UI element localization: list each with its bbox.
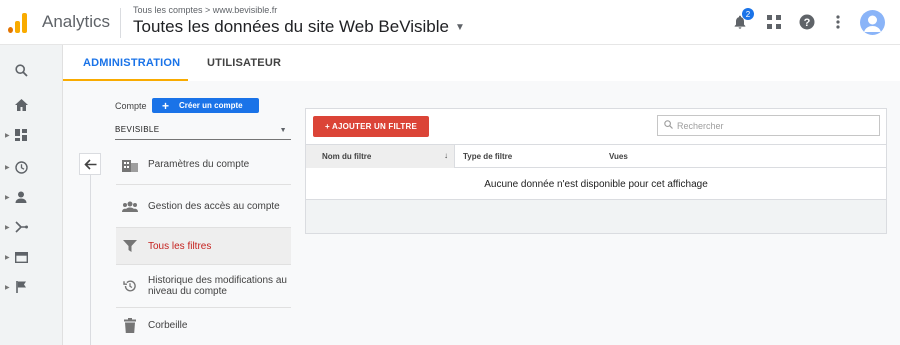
people-icon: [122, 198, 138, 214]
apps-button[interactable]: [764, 12, 784, 32]
rail-conversions[interactable]: ▶: [0, 276, 63, 298]
apps-grid-icon: [767, 15, 781, 29]
menu-item-trash[interactable]: Corbeille: [116, 308, 291, 343]
user-avatar-icon: [864, 15, 881, 32]
column-header-filter-name[interactable]: Nom du filtre ↓: [306, 145, 455, 168]
acquisition-icon: [14, 220, 28, 234]
expand-arrow-icon: ▶: [5, 132, 10, 139]
search-icon: [664, 120, 673, 131]
help-icon: ?: [799, 14, 815, 30]
account-menu: Paramètres du compte Gestion des accès a…: [116, 145, 291, 343]
menu-item-label: Gestion des accès au compte: [148, 200, 280, 212]
rail-audience[interactable]: ▶: [0, 186, 63, 208]
top-header: Analytics Tous les comptes > www.bevisib…: [0, 0, 900, 45]
menu-item-all-filters[interactable]: Tous les filtres: [116, 228, 291, 265]
left-nav-rail: ▶ ▶ ▶ ▶ ▶ ▶: [0, 45, 63, 345]
svg-text:?: ?: [804, 17, 811, 29]
menu-item-label: Paramètres du compte: [148, 159, 250, 170]
tab-utilisateur[interactable]: UTILISATEUR: [207, 57, 281, 69]
breadcrumb[interactable]: Tous les comptes > www.bevisible.fr: [133, 5, 277, 15]
expand-arrow-icon: ▶: [5, 224, 10, 231]
arrow-back-icon: [83, 158, 96, 170]
flag-icon: [14, 280, 28, 294]
menu-item-account-settings[interactable]: Paramètres du compte: [116, 145, 291, 185]
trash-icon: [122, 318, 138, 334]
search-icon: [14, 63, 28, 77]
rail-customization[interactable]: ▶: [0, 124, 63, 146]
table-footer: [306, 200, 886, 233]
view-selector[interactable]: Toutes les données du site Web BeVisible…: [133, 17, 465, 37]
notifications-button[interactable]: 2: [730, 8, 754, 32]
dropdown-arrow-icon: ▼: [279, 127, 287, 134]
column-header-label: Nom du filtre: [322, 152, 372, 161]
rail-home[interactable]: [0, 94, 63, 116]
filters-table-header: Nom du filtre ↓ Type de filtre Vues: [306, 144, 886, 168]
expand-arrow-icon: ▶: [5, 194, 10, 201]
more-options-button[interactable]: [828, 12, 848, 32]
column-header-views[interactable]: Vues: [609, 152, 628, 161]
selected-account: BEVISIBLE: [115, 125, 160, 134]
help-button[interactable]: ?: [797, 12, 817, 32]
menu-item-access-management[interactable]: Gestion des accès au compte: [116, 185, 291, 228]
rail-search[interactable]: [0, 59, 63, 81]
rail-acquisition[interactable]: ▶: [0, 216, 63, 238]
expand-arrow-icon: ▶: [5, 284, 10, 291]
account-label: Compte: [115, 101, 147, 111]
expand-arrow-icon: ▶: [5, 164, 10, 171]
column-header-filter-type[interactable]: Type de filtre: [463, 152, 512, 161]
column-divider: [90, 175, 91, 345]
sort-arrow-icon: ↓: [444, 151, 448, 160]
filter-search-input[interactable]: Rechercher: [657, 115, 880, 136]
tab-administration[interactable]: ADMINISTRATION: [83, 57, 180, 69]
app-name: Analytics: [42, 12, 111, 31]
collapse-button[interactable]: [79, 153, 101, 175]
add-filter-button[interactable]: + AJOUTER UN FILTRE: [313, 116, 429, 137]
create-account-button[interactable]: + Créer un compte: [152, 98, 259, 113]
avatar[interactable]: [860, 10, 885, 35]
menu-item-change-history[interactable]: Historique des modifications au niveau d…: [116, 265, 291, 308]
plus-icon: +: [162, 98, 170, 113]
account-select[interactable]: BEVISIBLE ▼: [115, 120, 291, 140]
more-vert-icon: [836, 15, 840, 29]
menu-item-label: Tous les filtres: [148, 240, 212, 252]
menu-item-label: Historique des modifications au niveau d…: [148, 275, 287, 297]
history-icon: [122, 278, 138, 294]
create-account-label: Créer un compte: [179, 101, 243, 110]
caret-down-icon: ▼: [454, 22, 465, 34]
person-icon: [14, 190, 28, 204]
analytics-logo-icon[interactable]: [8, 13, 30, 33]
empty-table-message: Aucune donnée n'est disponible pour cet …: [306, 169, 886, 200]
building-icon: [122, 157, 138, 173]
rail-behavior[interactable]: ▶: [0, 246, 63, 268]
menu-item-label: Corbeille: [148, 320, 188, 331]
rail-realtime[interactable]: ▶: [0, 156, 63, 178]
clock-icon: [14, 160, 28, 174]
expand-arrow-icon: ▶: [5, 254, 10, 261]
notification-badge: 2: [742, 8, 754, 20]
home-icon: [14, 98, 28, 112]
search-placeholder: Rechercher: [677, 120, 724, 131]
admin-tabs: ADMINISTRATION UTILISATEUR: [63, 45, 900, 81]
filter-icon: [122, 238, 138, 254]
view-title: Toutes les données du site Web BeVisible: [133, 17, 449, 36]
header-divider: [120, 8, 121, 38]
behavior-icon: [14, 250, 28, 264]
dashboard-icon: [14, 128, 28, 142]
